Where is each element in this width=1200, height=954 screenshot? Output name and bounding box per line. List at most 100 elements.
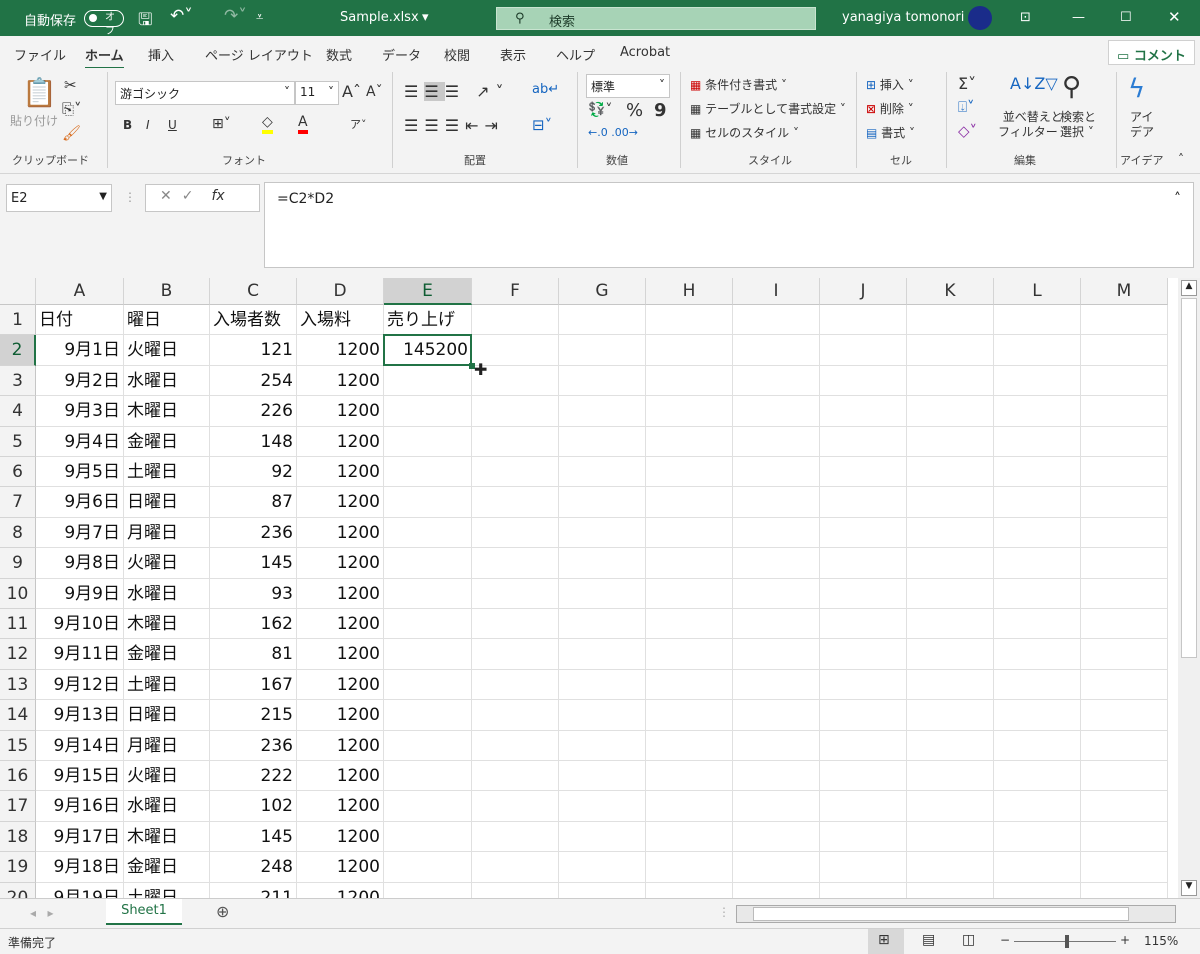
cell-H20[interactable] bbox=[646, 882, 733, 898]
cell-M12[interactable] bbox=[1081, 639, 1168, 670]
conditional-format-button[interactable]: ▦ 条件付き書式 ˅ bbox=[690, 76, 787, 93]
cell-I19[interactable] bbox=[733, 852, 820, 883]
cell-G5[interactable] bbox=[559, 426, 646, 457]
cell-K1[interactable] bbox=[907, 305, 994, 336]
cell-M10[interactable] bbox=[1081, 578, 1168, 609]
cell-J7[interactable] bbox=[820, 487, 907, 518]
cell-K11[interactable] bbox=[907, 609, 994, 640]
normal-view-button[interactable]: ⊞ bbox=[868, 929, 904, 954]
column-header-A[interactable]: A bbox=[36, 278, 124, 305]
cell-I16[interactable] bbox=[733, 761, 820, 792]
cell-M6[interactable] bbox=[1081, 457, 1168, 488]
chevron-down-icon[interactable]: ▾ bbox=[422, 10, 429, 25]
cell-J9[interactable] bbox=[820, 548, 907, 579]
row-header-14[interactable]: 14 bbox=[0, 700, 36, 731]
cell-M16[interactable] bbox=[1081, 761, 1168, 792]
cell-K18[interactable] bbox=[907, 821, 994, 853]
column-header-C[interactable]: C bbox=[210, 278, 297, 305]
cell-G3[interactable] bbox=[559, 365, 646, 397]
row-header-12[interactable]: 12 bbox=[0, 639, 36, 670]
cell-B2[interactable]: 火曜日 bbox=[124, 335, 210, 366]
cancel-icon[interactable]: ✕ bbox=[160, 188, 172, 204]
cell-H11[interactable] bbox=[646, 609, 733, 640]
copy-icon[interactable]: ⎘˅ bbox=[62, 100, 82, 118]
cell-I10[interactable] bbox=[733, 578, 820, 609]
paste-icon[interactable]: 📋 bbox=[22, 76, 57, 109]
page-break-view-icon[interactable]: ◫ bbox=[962, 932, 975, 948]
cell-C16[interactable]: 222 bbox=[210, 761, 297, 792]
cell-G4[interactable] bbox=[559, 396, 646, 427]
add-sheet-icon[interactable]: ⊕ bbox=[216, 902, 229, 921]
cell-C11[interactable]: 162 bbox=[210, 609, 297, 640]
zoom-in-icon[interactable]: + bbox=[1120, 933, 1130, 947]
cell-H18[interactable] bbox=[646, 821, 733, 853]
cell-H5[interactable] bbox=[646, 426, 733, 457]
cell-I6[interactable] bbox=[733, 457, 820, 488]
cell-C6[interactable]: 92 bbox=[210, 457, 297, 488]
cell-G13[interactable] bbox=[559, 669, 646, 701]
minimize-icon[interactable]: — bbox=[1072, 10, 1085, 25]
ribbon-display-icon[interactable]: ⊡ bbox=[1020, 10, 1031, 25]
cell-H7[interactable] bbox=[646, 487, 733, 518]
cell-I13[interactable] bbox=[733, 669, 820, 701]
sheet-nav-icons[interactable]: ◂ ▸ bbox=[30, 906, 54, 920]
cell-B12[interactable]: 金曜日 bbox=[124, 639, 210, 670]
cell-M17[interactable] bbox=[1081, 791, 1168, 822]
cell-D14[interactable]: 1200 bbox=[297, 700, 384, 731]
cell-J10[interactable] bbox=[820, 578, 907, 609]
cell-J14[interactable] bbox=[820, 700, 907, 731]
user-name[interactable]: yanagiya tomonori bbox=[842, 10, 964, 25]
cell-F20[interactable] bbox=[472, 882, 559, 898]
cell-L15[interactable] bbox=[994, 730, 1081, 761]
cell-F18[interactable] bbox=[472, 821, 559, 853]
format-as-table-button[interactable]: ▦ テーブルとして書式設定 ˅ bbox=[690, 100, 846, 117]
cell-D1[interactable]: 入場料 bbox=[297, 305, 384, 336]
cell-L10[interactable] bbox=[994, 578, 1081, 609]
delete-cells-button[interactable]: ⊠ 削除 ˅ bbox=[866, 100, 914, 117]
insert-cells-button[interactable]: ⊞ 挿入 ˅ bbox=[866, 76, 914, 93]
cell-D7[interactable]: 1200 bbox=[297, 487, 384, 518]
cell-J3[interactable] bbox=[820, 365, 907, 397]
cell-F14[interactable] bbox=[472, 700, 559, 731]
formula-input[interactable]: =C2*D2 ˄ bbox=[264, 182, 1194, 268]
cell-M5[interactable] bbox=[1081, 426, 1168, 457]
cell-E4[interactable] bbox=[384, 396, 472, 427]
cell-J18[interactable] bbox=[820, 821, 907, 853]
cell-J2[interactable] bbox=[820, 335, 907, 366]
column-header-G[interactable]: G bbox=[559, 278, 646, 305]
cell-B14[interactable]: 日曜日 bbox=[124, 700, 210, 731]
avatar[interactable] bbox=[968, 6, 992, 30]
column-header-M[interactable]: M bbox=[1081, 278, 1168, 305]
cell-E18[interactable] bbox=[384, 821, 472, 853]
cell-F17[interactable] bbox=[472, 791, 559, 822]
cell-A19[interactable]: 9月18日 bbox=[36, 852, 124, 883]
row-header-16[interactable]: 16 bbox=[0, 761, 36, 792]
cell-C17[interactable]: 102 bbox=[210, 791, 297, 822]
cell-K19[interactable] bbox=[907, 852, 994, 883]
row-header-10[interactable]: 10 bbox=[0, 578, 36, 609]
row-header-5[interactable]: 5 bbox=[0, 426, 36, 457]
cell-D17[interactable]: 1200 bbox=[297, 791, 384, 822]
cell-F15[interactable] bbox=[472, 730, 559, 761]
cell-F6[interactable] bbox=[472, 457, 559, 488]
horizontal-scroll-thumb[interactable] bbox=[753, 907, 1129, 921]
cell-B1[interactable]: 曜日 bbox=[124, 305, 210, 336]
format-painter-icon[interactable]: 🖌 bbox=[62, 124, 81, 142]
cell-C15[interactable]: 236 bbox=[210, 730, 297, 761]
cell-A4[interactable]: 9月3日 bbox=[36, 396, 124, 427]
cell-B9[interactable]: 火曜日 bbox=[124, 548, 210, 579]
row-header-13[interactable]: 13 bbox=[0, 669, 36, 701]
column-header-E[interactable]: E bbox=[384, 278, 472, 305]
cell-D16[interactable]: 1200 bbox=[297, 761, 384, 792]
cell-H14[interactable] bbox=[646, 700, 733, 731]
cell-G9[interactable] bbox=[559, 548, 646, 579]
cell-H19[interactable] bbox=[646, 852, 733, 883]
cell-D18[interactable]: 1200 bbox=[297, 821, 384, 853]
cell-I20[interactable] bbox=[733, 882, 820, 898]
cell-E15[interactable] bbox=[384, 730, 472, 761]
tab-help[interactable]: ヘルプ bbox=[556, 45, 595, 64]
cell-C20[interactable]: 211 bbox=[210, 882, 297, 898]
tab-formulas[interactable]: 数式 bbox=[326, 45, 352, 64]
cell-G12[interactable] bbox=[559, 639, 646, 670]
cell-J12[interactable] bbox=[820, 639, 907, 670]
